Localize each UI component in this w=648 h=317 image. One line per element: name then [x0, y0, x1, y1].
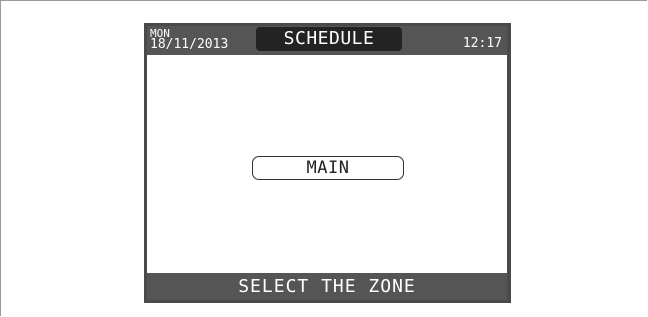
top-status-bar: MON 18/11/2013 SCHEDULE 12:17 [147, 26, 507, 55]
time-label: 12:17 [462, 36, 502, 51]
zone-main-button[interactable]: MAIN [252, 156, 404, 180]
bottom-prompt-bar: SELECT THE ZONE [147, 273, 507, 300]
screen-title: SCHEDULE [256, 27, 402, 51]
date-label: 18/11/2013 [150, 37, 229, 52]
device-screen: MON 18/11/2013 SCHEDULE 12:17 MAIN SELEC… [144, 23, 511, 303]
